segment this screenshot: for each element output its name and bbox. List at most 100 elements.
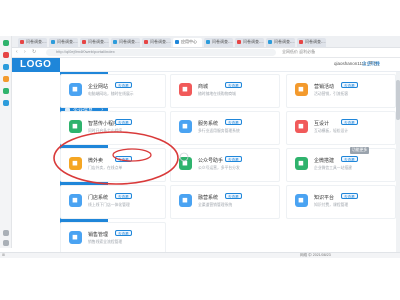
app-view-button[interactable]: 去查看 (341, 193, 358, 199)
app-description: 知识付费，课程管理 (314, 203, 349, 207)
app-title: 营销活动 (314, 84, 335, 90)
browser-tab[interactable]: 问卷调查-... (111, 38, 140, 47)
strip-app-icon[interactable] (3, 100, 9, 106)
app-view-button[interactable]: 去查看 (341, 156, 358, 162)
app-description: 互动模板，轻松设计 (314, 129, 349, 133)
app-glyph-icon: ◼ (298, 86, 304, 93)
app-title: 服务系统 (198, 121, 219, 127)
app-glyph-icon: ◼ (182, 123, 188, 130)
app-card[interactable]: ◼ 门店系统 去查看 线上线下门店一体化管理 (60, 185, 166, 219)
app-view-button[interactable]: 去查看 (115, 82, 132, 88)
app-title: 知识平台 (314, 195, 335, 201)
app-icon: ◼ (295, 194, 308, 207)
app-title: 互设计 (314, 121, 330, 127)
tab-label: 问卷调查-... (88, 39, 109, 44)
app-card[interactable]: ◼ 知识平台 去查看知识付费，课程管理 (286, 185, 396, 219)
enterprise-switch-link[interactable]: 企业切换 (362, 61, 380, 67)
app-description: 随时随地在线购物商城 (198, 92, 236, 96)
app-icon: ◼ (295, 157, 308, 170)
tab-label: 问卷调查-... (274, 39, 295, 44)
browser-tab[interactable]: 问卷调查-... (235, 38, 264, 47)
app-card[interactable]: ◼ 融营系统 去查看 全渠道营销管理系统 (170, 185, 280, 219)
blank-area (0, 258, 400, 300)
browser-tab[interactable]: 问卷调查-... (297, 38, 326, 47)
strip-app-icon[interactable] (3, 88, 9, 94)
app-glyph-icon: ◼ (182, 86, 188, 93)
browser-tab[interactable]: 问卷调查-... (142, 38, 171, 47)
app-card[interactable]: ◼ 商城 去查看 随时随地在线购物商城 (170, 74, 280, 108)
forward-icon[interactable]: › (24, 49, 26, 55)
app-view-button[interactable]: 去查看 (225, 82, 242, 88)
browser-tab[interactable]: 问卷调查-... (80, 38, 109, 47)
tab-label: 问卷调查-... (57, 39, 78, 44)
app-view-button[interactable]: 去查看 (115, 156, 132, 162)
refresh-icon[interactable]: ↻ (32, 49, 36, 55)
tab-favicon-icon (113, 40, 117, 44)
app-description: 活动营销，引流拓客 (314, 92, 349, 96)
browser-tab[interactable]: 应用中心 (173, 38, 202, 47)
app-title: 融营系统 (198, 195, 219, 201)
app-glyph-icon: ◼ (72, 86, 78, 93)
app-view-button[interactable]: 去查看 (341, 82, 358, 88)
strip-app-icon[interactable] (3, 64, 9, 70)
app-glyph-icon: ◼ (298, 197, 304, 204)
tab-favicon-icon (237, 40, 241, 44)
app-view-button[interactable]: 去查看 (225, 193, 242, 199)
app-view-button[interactable]: 去查看 (115, 119, 132, 125)
app-card[interactable]: ◼ 微外卖 去查看 门店外卖，在线点单 (60, 148, 166, 182)
content-scrollbar[interactable] (396, 72, 400, 252)
back-icon[interactable]: ‹ (16, 49, 18, 55)
tab-favicon-icon (175, 40, 179, 44)
app-description: 公众号运营，多平台分发 (198, 166, 240, 170)
app-description: 线上线下门店一体化管理 (88, 203, 130, 207)
browser-address-bar: ‹ › ↻ http://ql0ej9m4f0web/portal/index … (12, 48, 400, 58)
logo[interactable]: LOGO (12, 58, 60, 72)
strip-add-icon[interactable] (3, 230, 9, 236)
app-glyph-icon: ◼ (72, 197, 78, 204)
app-card[interactable]: ◼ 销售管理 去查看 销售线索全流程管理 (60, 222, 166, 256)
tab-label: 问卷调查-... (119, 39, 140, 44)
app-title: 企业网站 (88, 84, 109, 90)
app-glyph-icon: ◼ (298, 123, 304, 130)
app-icon: ◼ (179, 194, 192, 207)
extension-text[interactable]: 全网低价 返利必备 (282, 49, 315, 55)
app-icon: ◼ (69, 231, 82, 244)
app-view-button[interactable]: 去查看 (341, 119, 358, 125)
app-icon: ◼ (179, 157, 192, 170)
app-title: 公众号助手 (198, 158, 224, 164)
start-icon[interactable]: ⊞ (2, 253, 5, 257)
app-card[interactable]: ◼ 公众号助手 去查看公众号运营，多平台分发 (170, 148, 280, 182)
app-card[interactable]: ◼ 服务系统 去查看 多行业适用服务管理系统 (170, 111, 280, 145)
browser-tab[interactable]: 问卷调查-... (204, 38, 233, 47)
app-glyph-icon: ◼ (298, 160, 304, 167)
tab-favicon-icon (20, 40, 24, 44)
strip-app-icon[interactable] (3, 76, 9, 82)
scrollbar-thumb[interactable] (396, 80, 400, 120)
app-description: 门店外卖，在线点单 (88, 166, 123, 170)
browser-tab[interactable]: 问卷调查-... (49, 38, 78, 47)
app-glyph-icon: ◼ (72, 160, 78, 167)
tab-label: 问卷调查-... (305, 39, 326, 44)
app-view-button[interactable]: 去查看 (115, 230, 132, 236)
strip-app-icon[interactable] (3, 52, 9, 58)
app-card[interactable]: ◼ 互设计 去查看互动模板，轻松设计 (286, 111, 396, 145)
app-view-button[interactable]: 去查看 (225, 119, 242, 125)
app-card[interactable]: ◼ 营销活动 去查看活动营销，引流拓客 (286, 74, 396, 108)
browser-tab[interactable]: 问卷调查-... (266, 38, 295, 47)
tab-label: 问卷调查-... (150, 39, 171, 44)
tab-favicon-icon (51, 40, 55, 44)
browser-tab[interactable]: 问卷调查-... (18, 38, 47, 47)
app-view-button[interactable]: 去查看 (115, 193, 132, 199)
url-text: http://ql0ej9m4f0web/portal/index (56, 49, 115, 54)
more-features-badge[interactable]: 功能更多 (350, 147, 370, 154)
tab-label: 问卷调查-... (243, 39, 264, 44)
tab-label: 问卷调查-... (212, 39, 233, 44)
strip-settings-icon[interactable] (3, 240, 9, 246)
app-view-button[interactable]: 去查看 (225, 156, 242, 162)
app-card[interactable]: ◼ 企业网站 去查看 电脑端网站，随时在线展示 (60, 74, 166, 108)
app-card[interactable]: ◼ 企微搭建 去查看 企业微信工具一站搭建 (286, 148, 396, 182)
app-icon: ◼ (69, 194, 82, 207)
strip-app-icon[interactable] (3, 40, 9, 46)
app-description: 销售线索全流程管理 (88, 240, 123, 244)
app-card[interactable]: ◼ 智慧传小程序 去查看 同时开启多个小程序 (60, 111, 166, 145)
